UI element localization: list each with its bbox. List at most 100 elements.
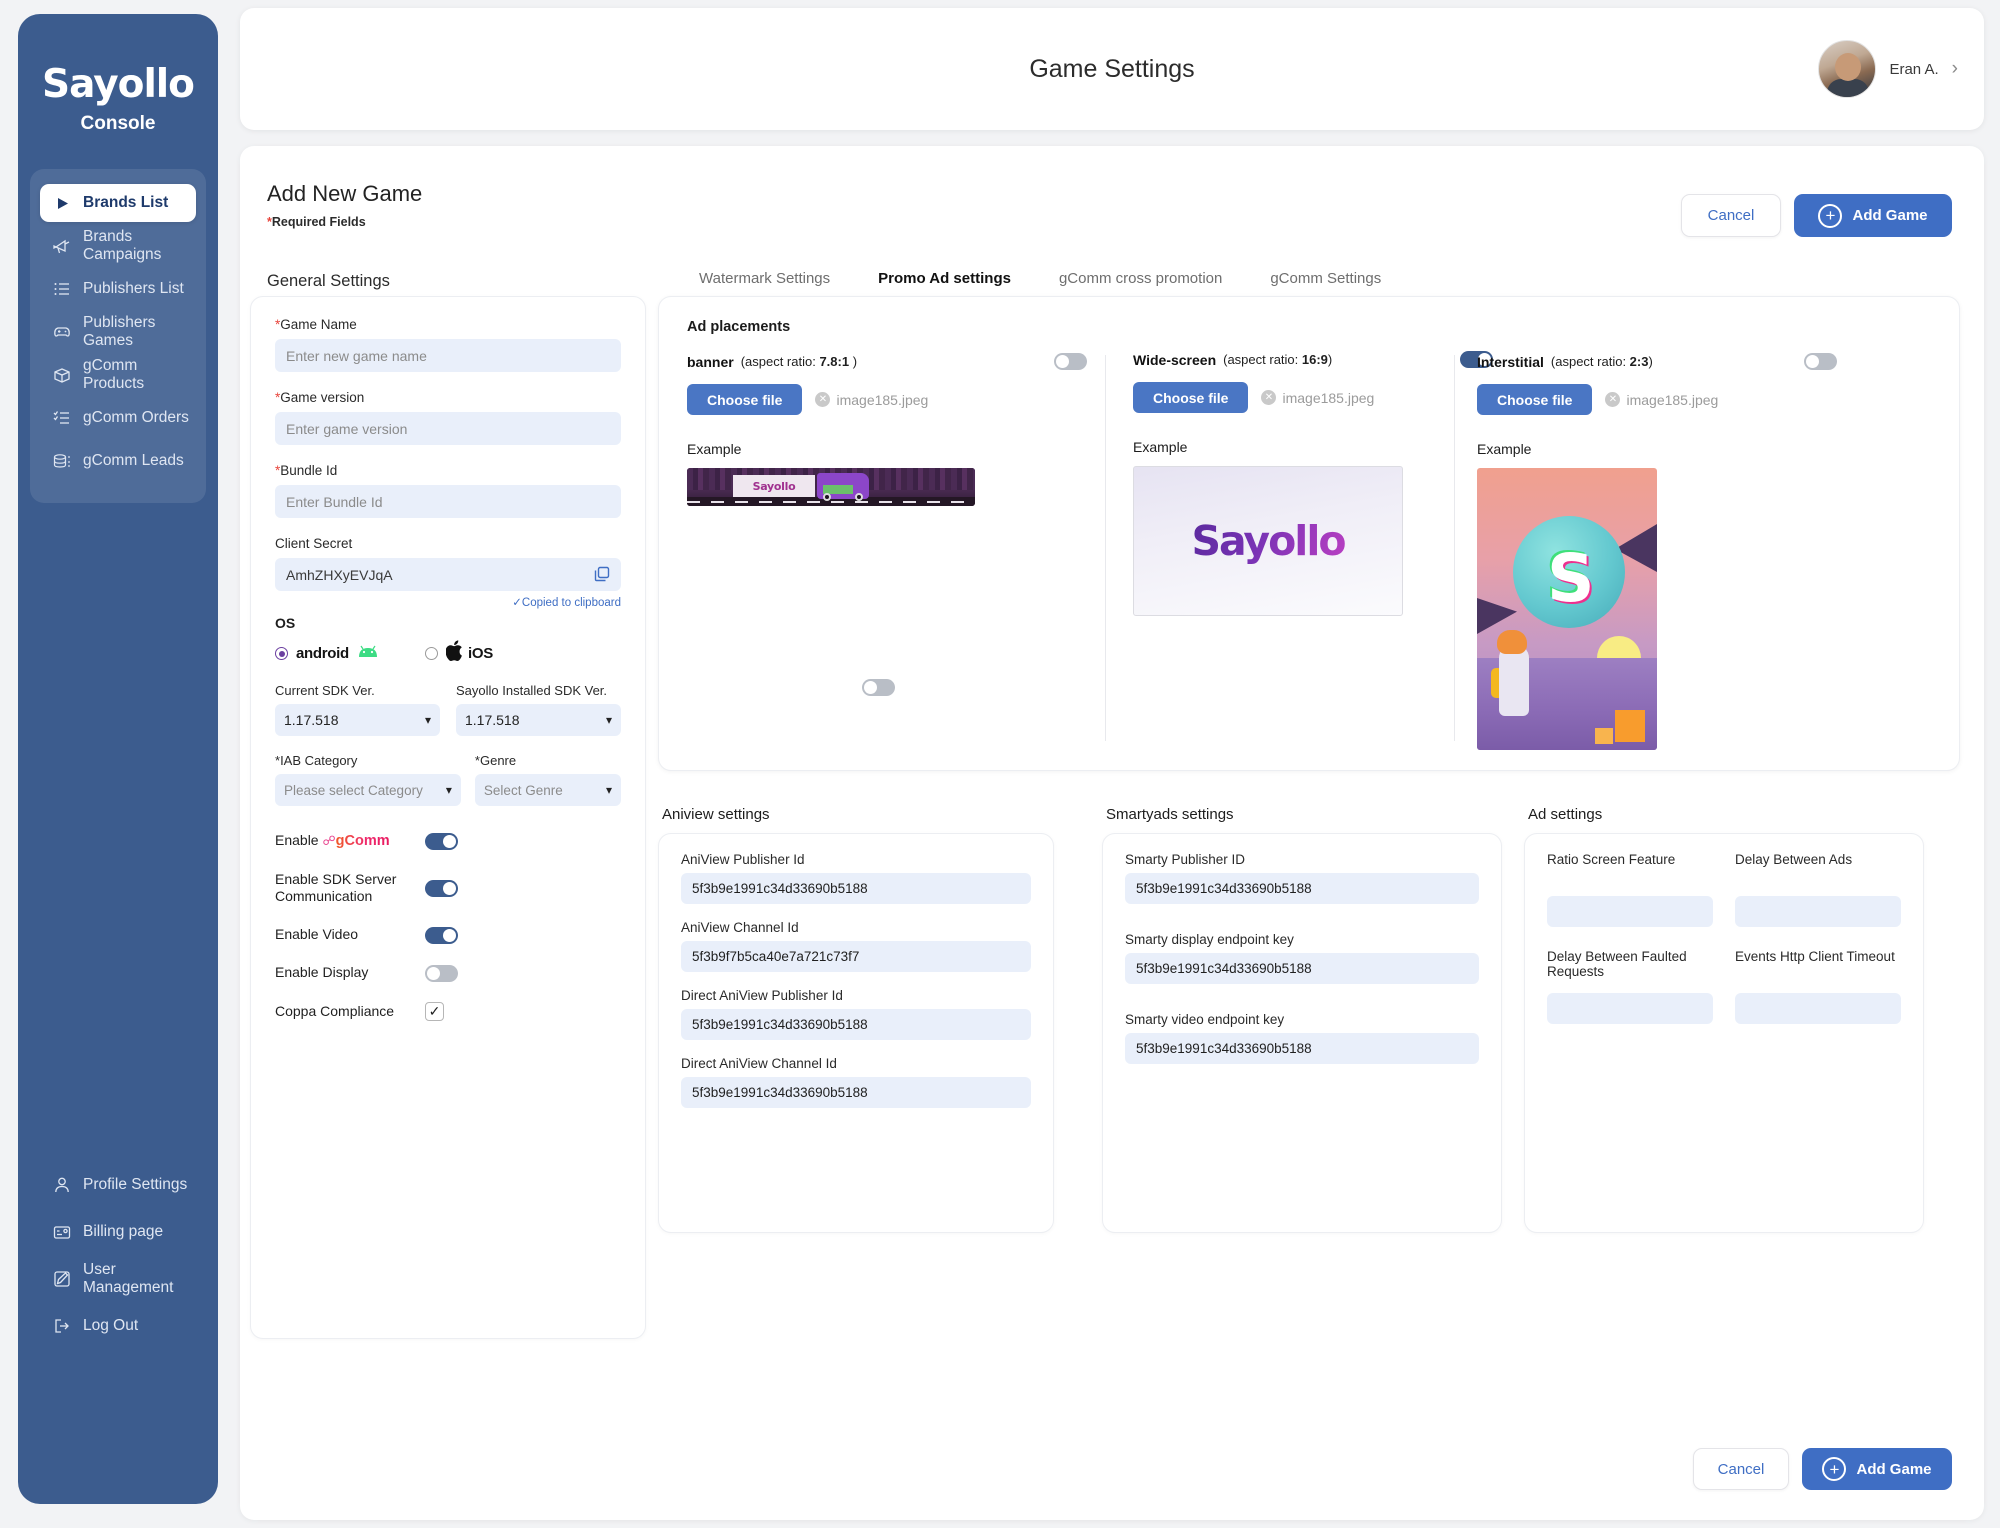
toggles-list: Enable ☍gComm Enable SDK Server Communic… (275, 832, 621, 1022)
game-version-input[interactable] (275, 412, 621, 445)
enable-video-switch[interactable] (425, 926, 458, 944)
sidebar-item-brands-campaigns[interactable]: Brands Campaigns (40, 227, 196, 265)
direct-aniview-publisher-id-input[interactable] (681, 1009, 1031, 1040)
toggle-enable-display: Enable Display (275, 964, 621, 982)
aniview-channel-id-input[interactable] (681, 941, 1031, 972)
field-label: Delay Between Ads (1735, 852, 1853, 867)
extra-toggle-switch[interactable] (862, 679, 895, 696)
sidebar-item-publishers-list[interactable]: Publishers List (40, 270, 196, 308)
enable-sdk-server-switch[interactable] (425, 879, 458, 897)
field-direct-aniview-channel-id: Direct AniView Channel Id (681, 1056, 1031, 1108)
toggle-enable-video: Enable Video (275, 926, 621, 944)
field-label: Sayollo Installed SDK Ver. (456, 683, 608, 698)
general-settings-label: General Settings (267, 272, 390, 290)
add-game-button-bottom[interactable]: + Add Game (1802, 1448, 1952, 1490)
copied-to-clipboard-message: ✓Copied to clipboard (512, 597, 621, 609)
events-http-client-timeout-input[interactable] (1735, 993, 1901, 1024)
field-ratio-screen-feature: Ratio Screen Feature (1547, 852, 1713, 927)
logout-icon (52, 1316, 72, 1336)
required-fields-text: Required Fields (271, 215, 366, 229)
interstitial-enable-switch[interactable] (1804, 353, 1837, 370)
sidebar-item-brands-list[interactable]: Brands List (40, 184, 196, 222)
delay-between-faulted-requests-input[interactable] (1547, 993, 1713, 1024)
iab-category-select[interactable]: Please select Category ▾ (275, 774, 461, 806)
cancel-button-bottom[interactable]: Cancel (1693, 1448, 1789, 1490)
banner-wheel (855, 493, 863, 501)
sidebar-bottom-nav: Profile Settings Billing page User Manag… (18, 1157, 218, 1504)
game-name-input[interactable] (275, 339, 621, 372)
toggle-enable-gcomm: Enable ☍gComm (275, 832, 621, 851)
choose-file-button-banner[interactable]: Choose file (687, 384, 803, 415)
current-sdk-select[interactable]: 1.17.518 ▾ (275, 704, 440, 736)
choose-file-button-wide-screen[interactable]: Choose file (1133, 382, 1249, 413)
radio-ios[interactable] (425, 647, 438, 660)
field-delay-between-faulted-requests: Delay Between Faulted Requests (1547, 949, 1713, 1024)
copy-icon[interactable] (593, 565, 611, 588)
sidebar-item-gcomm-orders[interactable]: gComm Orders (40, 399, 196, 437)
enable-gcomm-switch[interactable] (425, 832, 458, 850)
field-label: AniView Publisher Id (681, 852, 805, 867)
credit-card-icon (52, 1222, 72, 1242)
logo-text: Sayollo (42, 62, 195, 107)
sidebar-item-profile-settings[interactable]: Profile Settings (40, 1166, 196, 1204)
label-text: IAB Category (280, 753, 358, 768)
brand-logo: Sayollo Console (18, 14, 218, 135)
installed-sdk-select[interactable]: 1.17.518 ▾ (456, 704, 621, 736)
delay-between-ads-input[interactable] (1735, 896, 1901, 927)
remove-file-icon[interactable]: ✕ (815, 392, 831, 407)
smarty-video-endpoint-key-input[interactable] (1125, 1033, 1479, 1064)
aniview-publisher-id-input[interactable] (681, 873, 1031, 904)
tab-watermark-settings[interactable]: Watermark Settings (675, 261, 854, 300)
avatar (1818, 40, 1877, 98)
sidebar-item-billing-page[interactable]: Billing page (40, 1213, 196, 1251)
tab-gcomm-cross-promotion[interactable]: gComm cross promotion (1035, 261, 1246, 300)
toggle-label: Enable SDK Server Communication (275, 870, 397, 905)
promo-ad-settings-panel: Ad placements banner (aspect ratio: 7.8:… (658, 296, 1960, 771)
tab-gcomm-settings[interactable]: gComm Settings (1246, 261, 1405, 300)
smarty-display-endpoint-key-input[interactable] (1125, 953, 1479, 984)
field-smarty-publisher-id: Smarty Publisher ID (1125, 852, 1479, 904)
sidebar-item-gcomm-leads[interactable]: gComm Leads (40, 442, 196, 480)
label-text: Game version (280, 390, 365, 405)
file-name-text: image185.jpeg (1282, 389, 1375, 406)
client-secret-input[interactable] (275, 558, 621, 591)
bundle-id-input[interactable] (275, 485, 621, 518)
add-game-button-top[interactable]: + Add Game (1794, 194, 1952, 237)
sidebar-item-user-management[interactable]: User Management (40, 1260, 196, 1298)
choose-file-button-interstitial[interactable]: Choose file (1477, 384, 1593, 415)
ratio-value: 7.8:1 (819, 354, 850, 369)
sidebar-item-label: Billing page (83, 1223, 164, 1240)
enable-display-switch[interactable] (425, 964, 458, 982)
direct-aniview-channel-id-input[interactable] (681, 1077, 1031, 1108)
sidebar-item-label: gComm Products (83, 357, 145, 392)
ratio-screen-feature-input[interactable] (1547, 896, 1713, 927)
field-label: Current SDK Ver. (275, 683, 375, 698)
form-title: Add New Game (267, 181, 423, 206)
field-label: Direct AniView Channel Id (681, 1056, 837, 1071)
wide-example-brand: Sayollo (1191, 517, 1346, 565)
remove-file-icon[interactable]: ✕ (1261, 390, 1277, 405)
field-bundle-id: *Bundle Id (275, 463, 621, 518)
smarty-publisher-id-input[interactable] (1125, 873, 1479, 904)
tab-promo-ad-settings[interactable]: Promo Ad settings (854, 261, 1035, 300)
genre-select[interactable]: Select Genre ▾ (474, 774, 621, 806)
plus-icon: + (1818, 203, 1843, 228)
radio-android[interactable] (275, 647, 288, 660)
remove-file-icon[interactable]: ✕ (1605, 392, 1621, 407)
settings-tabs: Watermark Settings Promo Ad settings gCo… (675, 261, 1405, 300)
os-option-ios[interactable]: iOS (425, 640, 493, 667)
interstitial-crate (1615, 710, 1645, 742)
sidebar-nav: Brands List Brands Campaigns Publishers … (30, 169, 206, 503)
sidebar-item-log-out[interactable]: Log Out (40, 1307, 196, 1345)
banner-enable-switch[interactable] (1054, 353, 1087, 370)
field-label: *Bundle Id (275, 463, 621, 478)
field-label: AniView Channel Id (681, 920, 799, 935)
os-option-android[interactable]: android (275, 645, 425, 663)
user-menu[interactable]: Eran A. › (1818, 40, 1958, 98)
cancel-button-top[interactable]: Cancel (1681, 194, 1781, 237)
sidebar-item-publishers-games[interactable]: Publishers Games (40, 313, 196, 351)
sidebar-item-gcomm-products[interactable]: gComm Products (40, 356, 196, 394)
toggle-label: Enable Video (275, 926, 359, 943)
coppa-compliance-checkbox[interactable]: ✓ (425, 1002, 444, 1022)
banner-wheel (823, 493, 831, 501)
